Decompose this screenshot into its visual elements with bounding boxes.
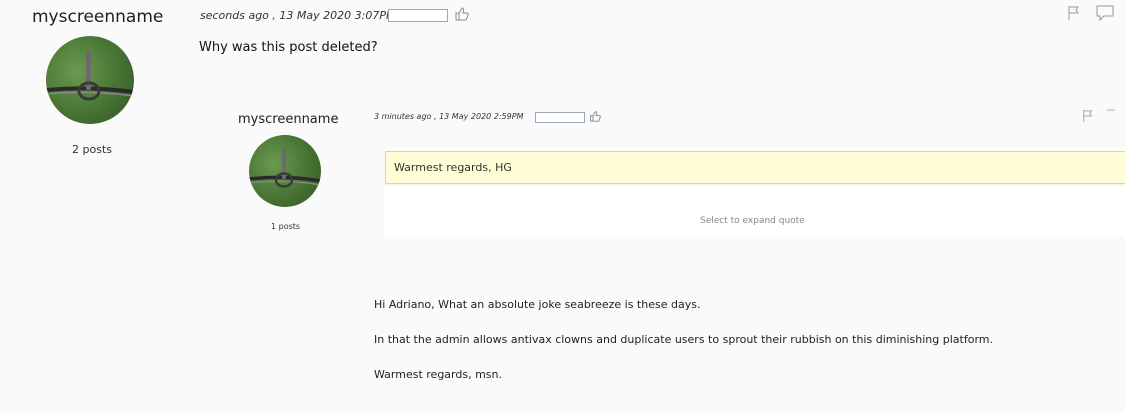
quoted-author-avatar[interactable]: [249, 135, 321, 207]
barbed-wire-avatar-image: [46, 50, 134, 101]
author-avatar[interactable]: [46, 36, 134, 124]
thumbs-up-icon[interactable]: [454, 6, 469, 21]
paragraph-2: In that the admin allows antivax clowns …: [374, 333, 993, 346]
reply-bubble-icon[interactable]: [1096, 5, 1114, 21]
thumbs-up-icon[interactable]: [589, 110, 601, 122]
author-post-count: 2 posts: [72, 143, 112, 156]
post-timestamp: seconds ago , 13 May 2020 3:07PM: [200, 9, 396, 22]
reply-bubble-icon[interactable]: [1106, 109, 1116, 123]
rating-field[interactable]: [388, 9, 448, 22]
flag-icon[interactable]: [1082, 109, 1094, 123]
paragraph-1: Hi Adriano, What an absolute joke seabre…: [374, 298, 701, 311]
paragraph-3: Warmest regards, msn.: [374, 368, 502, 381]
quoted-author-username[interactable]: myscreenname: [238, 112, 338, 127]
post-text: Why was this post deleted?: [199, 40, 378, 55]
quote-box: Warmest regards, HG: [385, 151, 1125, 184]
quote-text: Warmest regards, HG: [394, 161, 512, 174]
barbed-wire-avatar-image: [249, 147, 321, 188]
author-username[interactable]: myscreenname: [32, 7, 163, 27]
flag-icon[interactable]: [1067, 5, 1081, 21]
expand-quote-link[interactable]: Select to expand quote: [700, 216, 805, 226]
quoted-rating-field[interactable]: [535, 112, 585, 123]
quoted-author-post-count: 1 posts: [271, 222, 301, 231]
quoted-post-timestamp: 3 minutes ago , 13 May 2020 2:59PM: [374, 112, 524, 121]
